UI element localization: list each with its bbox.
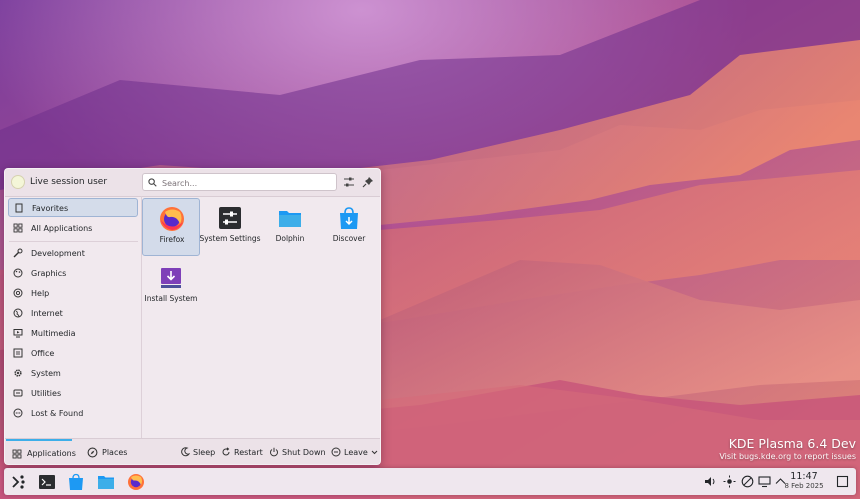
clock-time: 11:47 xyxy=(790,471,818,482)
sleep-label: Sleep xyxy=(193,448,216,457)
utilities-icon xyxy=(13,389,23,397)
office-icon xyxy=(13,348,23,358)
sidebar-item-label: Favorites xyxy=(32,204,69,213)
pin-icon[interactable] xyxy=(361,175,375,189)
discover-bag-icon xyxy=(340,207,358,229)
compass-icon xyxy=(87,447,98,458)
user-name: Live session user xyxy=(30,177,108,187)
sidebar-item-label: Graphics xyxy=(31,269,67,278)
taskbar-dolphin[interactable] xyxy=(95,471,117,493)
taskbar-firefox[interactable] xyxy=(125,471,147,493)
sidebar-item-all-applications[interactable]: All Applications xyxy=(8,219,138,238)
user-avatar[interactable] xyxy=(11,175,25,189)
settings-icon xyxy=(219,207,241,229)
sidebar-divider xyxy=(9,241,138,242)
sidebar-item-label: Utilities xyxy=(31,389,62,398)
restart-label: Restart xyxy=(234,448,263,457)
plasma-version-watermark: KDE Plasma 6.4 Dev Visit bugs.kde.org to… xyxy=(719,436,856,463)
sidebar-item-internet[interactable]: Internet xyxy=(8,304,138,323)
app-launcher-button[interactable] xyxy=(8,471,30,493)
clock-date: 8 Feb 2025 xyxy=(784,482,824,490)
palette-icon xyxy=(13,268,23,278)
app-tile-dolphin[interactable]: Dolphin xyxy=(261,198,319,256)
monitor-play-icon xyxy=(13,329,23,338)
sidebar-item-label: Development xyxy=(31,249,85,258)
discover-icon xyxy=(69,473,83,490)
tab-places[interactable]: Places xyxy=(81,439,133,464)
taskbar-panel: 11:47 8 Feb 2025 xyxy=(4,468,856,495)
tab-label: Applications xyxy=(27,449,76,458)
sleep-icon xyxy=(181,447,190,457)
app-tile-discover[interactable]: Discover xyxy=(320,198,378,256)
sidebar-item-label: Lost & Found xyxy=(31,409,84,418)
folder-icon xyxy=(98,476,114,489)
sidebar-item-label: Office xyxy=(31,349,55,358)
category-sidebar: Favorites All Applications Development G… xyxy=(5,196,142,438)
watermark-subtitle: Visit bugs.kde.org to report issues xyxy=(719,452,856,461)
sidebar-item-multimedia[interactable]: Multimedia xyxy=(8,324,138,343)
watermark-title: KDE Plasma 6.4 Dev xyxy=(728,436,856,451)
sidebar-item-label: All Applications xyxy=(31,224,93,233)
firefox-icon xyxy=(160,207,184,231)
display-icon[interactable] xyxy=(758,475,771,488)
shutdown-label: Shut Down xyxy=(282,448,326,457)
sidebar-item-office[interactable]: Office xyxy=(8,344,138,363)
firefox-icon xyxy=(128,474,144,490)
power-icon xyxy=(270,447,278,457)
digital-clock[interactable]: 11:47 8 Feb 2025 xyxy=(780,471,828,491)
leave-icon xyxy=(331,447,341,457)
sidebar-item-development[interactable]: Development xyxy=(8,244,138,263)
dots-circle-icon xyxy=(13,408,23,418)
search-input[interactable] xyxy=(160,175,334,191)
sidebar-item-system[interactable]: System xyxy=(8,364,138,383)
app-tile-install-system[interactable]: Install System xyxy=(142,258,200,316)
sidebar-item-help[interactable]: Help xyxy=(8,284,138,303)
sidebar-item-label: Multimedia xyxy=(31,329,76,338)
bookmark-icon xyxy=(15,203,23,213)
gear-icon xyxy=(14,369,22,377)
show-desktop-icon[interactable] xyxy=(836,475,849,488)
taskbar-discover[interactable] xyxy=(65,471,87,493)
app-tile-system-settings[interactable]: System Settings xyxy=(199,198,261,256)
launcher-footer: Applications Places Sleep Restart Shut D… xyxy=(5,438,380,464)
taskbar-terminal[interactable] xyxy=(36,471,58,493)
sidebar-item-label: System xyxy=(31,369,61,378)
app-tile-firefox[interactable]: Firefox xyxy=(142,198,200,256)
sidebar-item-label: Internet xyxy=(31,309,63,318)
network-icon[interactable] xyxy=(741,475,754,488)
terminal-icon xyxy=(39,475,55,489)
restart-icon xyxy=(222,447,230,456)
brightness-icon[interactable] xyxy=(723,475,736,488)
configure-icon[interactable] xyxy=(342,175,356,189)
sidebar-item-label: Help xyxy=(31,289,50,298)
sidebar-item-graphics[interactable]: Graphics xyxy=(8,264,138,283)
app-label: Discover xyxy=(332,234,366,243)
leave-label: Leave xyxy=(344,448,368,457)
launcher-header: Live session user xyxy=(5,169,380,197)
tab-applications[interactable]: Applications xyxy=(6,439,76,464)
app-label: Install System xyxy=(144,294,198,303)
tab-label: Places xyxy=(102,448,128,457)
install-icon xyxy=(161,268,181,288)
search-field[interactable] xyxy=(142,173,337,191)
grid-icon xyxy=(12,449,22,459)
globe-icon xyxy=(13,308,23,318)
volume-icon[interactable] xyxy=(704,475,717,488)
grid-icon xyxy=(13,223,23,233)
app-launcher-icon xyxy=(12,475,25,489)
help-icon xyxy=(13,288,23,298)
chevron-down-icon xyxy=(371,450,378,455)
sidebar-item-utilities[interactable]: Utilities xyxy=(8,384,138,403)
sidebar-item-lost-found[interactable]: Lost & Found xyxy=(8,404,138,423)
folder-icon xyxy=(279,211,301,227)
sidebar-item-favorites[interactable]: Favorites xyxy=(8,198,138,217)
wrench-icon xyxy=(13,248,23,258)
favorites-grid: Firefox System Settings Dolphin Discover… xyxy=(142,196,380,438)
search-icon xyxy=(148,178,157,187)
application-launcher: Live session user Favorites All Appl xyxy=(4,168,381,465)
